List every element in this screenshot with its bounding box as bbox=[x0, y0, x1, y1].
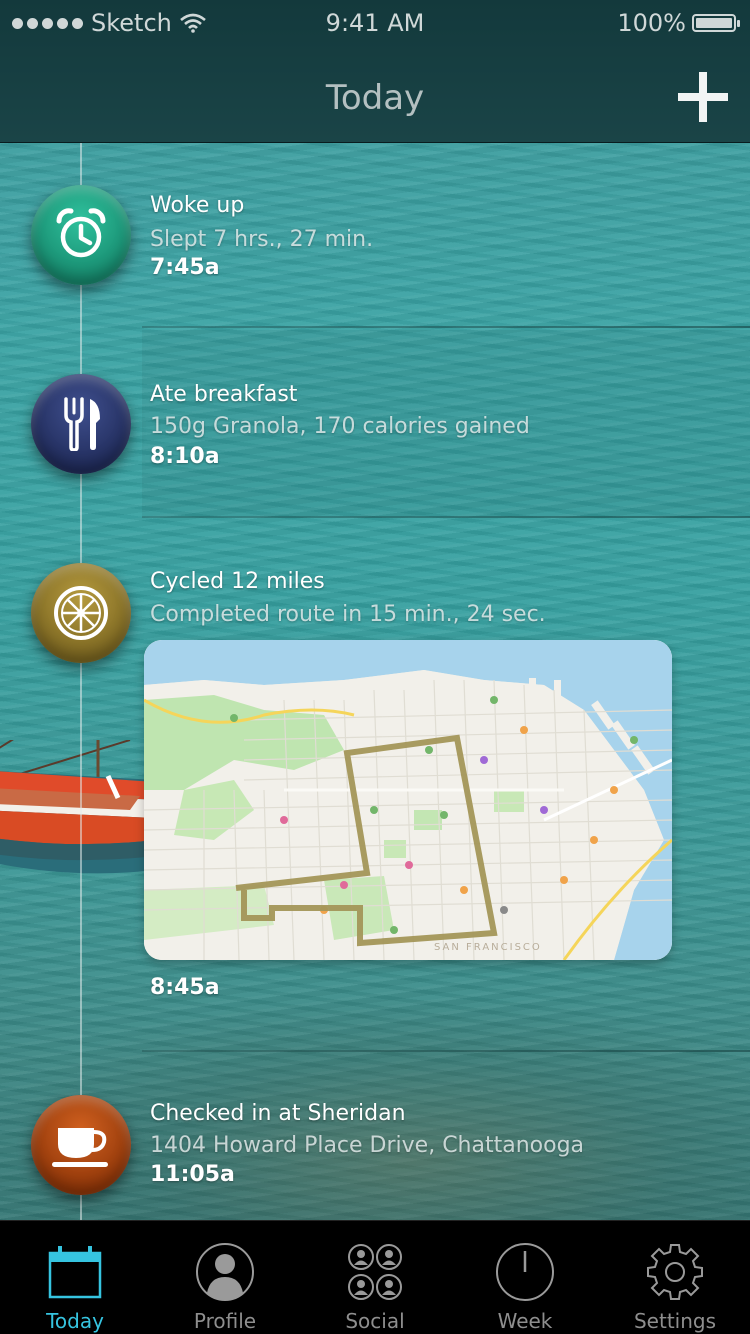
separator-line bbox=[142, 326, 750, 328]
tab-label: Week bbox=[497, 1309, 553, 1333]
page-title: Today bbox=[325, 78, 425, 118]
tab-label: Settings bbox=[633, 1309, 717, 1333]
boat-image bbox=[0, 740, 155, 874]
entry-subtitle: Slept 7 hrs., 27 min. bbox=[150, 227, 374, 252]
entry-title: Woke up bbox=[150, 193, 245, 218]
entry-time: 8:10a bbox=[150, 444, 220, 469]
entry-subtitle: Completed route in 15 min., 24 sec. bbox=[150, 602, 546, 627]
navigation-bar: Sketch 9:41 AM 100% Today bbox=[0, 0, 750, 143]
entry-subtitle: 150g Granola, 170 calories gained bbox=[150, 414, 530, 439]
status-bar: Sketch 9:41 AM 100% bbox=[0, 0, 750, 44]
coffee-cup-icon bbox=[31, 1095, 131, 1195]
timeline-line bbox=[80, 142, 82, 1222]
entry-subtitle: 1404 Howard Place Drive, Chattanooga bbox=[150, 1133, 585, 1158]
tab-settings[interactable]: Settings bbox=[600, 1221, 750, 1334]
entry-time: 8:45a bbox=[150, 975, 220, 1000]
entry-title: Checked in at Sheridan bbox=[150, 1101, 406, 1126]
map-city-label: SAN FRANCISCO bbox=[434, 942, 542, 953]
bicycle-wheel-icon bbox=[31, 563, 131, 663]
tab-bar: Today Profile Social Week Settings bbox=[0, 1220, 750, 1334]
fork-knife-icon bbox=[31, 374, 131, 474]
route-map[interactable]: SAN FRANCISCO bbox=[144, 640, 672, 960]
battery-percent: 100% bbox=[617, 9, 686, 37]
person-icon bbox=[196, 1243, 254, 1301]
tab-label: Today bbox=[46, 1309, 104, 1333]
entry-time: 7:45a bbox=[150, 255, 220, 280]
entry-title: Cycled 12 miles bbox=[150, 569, 325, 594]
tab-social[interactable]: Social bbox=[300, 1221, 450, 1334]
group-icon bbox=[348, 1244, 402, 1300]
tab-label: Profile bbox=[193, 1309, 257, 1333]
battery-icon bbox=[692, 14, 740, 32]
clock-icon bbox=[496, 1243, 554, 1301]
plus-icon[interactable] bbox=[678, 72, 728, 122]
tab-label: Social bbox=[345, 1309, 405, 1333]
calendar-icon bbox=[48, 1246, 102, 1299]
tab-week[interactable]: Week bbox=[450, 1221, 600, 1334]
separator-line bbox=[142, 1050, 750, 1052]
entry-title: Ate breakfast bbox=[150, 382, 298, 407]
tab-profile[interactable]: Profile bbox=[150, 1221, 300, 1334]
gear-icon bbox=[647, 1244, 703, 1300]
battery-indicator: 100% bbox=[617, 9, 740, 37]
tab-today[interactable]: Today bbox=[0, 1221, 150, 1334]
separator-line bbox=[142, 516, 750, 518]
today-screen: Woke up Slept 7 hrs., 27 min. 7:45a Ate … bbox=[0, 0, 750, 1334]
entry-time: 11:05a bbox=[150, 1162, 235, 1187]
route-map-graphic: SAN FRANCISCO bbox=[144, 640, 672, 960]
alarm-clock-icon bbox=[31, 185, 131, 285]
